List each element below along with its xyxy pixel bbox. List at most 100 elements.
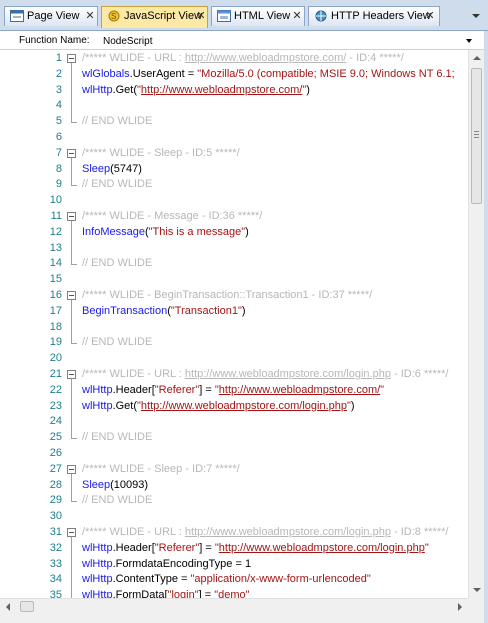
code-text: wlHttp.FormdataEncodingType = 1: [82, 557, 251, 573]
code-line[interactable]: 33 wlHttp.FormdataEncodingType = 1: [0, 556, 468, 573]
document-tab-strip: Page View ✕ S JavaScript View ✕ HTML Vie…: [0, 0, 488, 31]
code-line[interactable]: 21 /***** WLIDE - URL : http://www.webloa…: [0, 367, 468, 383]
chevron-down-icon[interactable]: [466, 39, 472, 43]
line-number: 6: [55, 131, 62, 143]
close-icon[interactable]: ✕: [196, 7, 206, 25]
code-text: /***** WLIDE - URL : http://www.webloadm…: [82, 525, 448, 541]
tab-list-dropdown-icon[interactable]: [472, 14, 480, 18]
collapse-icon[interactable]: [67, 528, 76, 537]
code-token[interactable]: http://www.webloadmpstore.com/login.php: [219, 542, 425, 554]
tab-http-headers-view[interactable]: HTTP Headers View ✕: [308, 6, 440, 26]
code-token: // END WLIDE: [82, 336, 153, 349]
tab-page-view[interactable]: Page View ✕: [4, 6, 98, 26]
code-text: // END WLIDE: [82, 177, 152, 193]
scroll-up-icon[interactable]: [473, 56, 481, 60]
line-number: 2: [55, 67, 62, 80]
line-number: 19: [49, 336, 62, 349]
line-number: 8: [55, 162, 62, 175]
code-line[interactable]: 23 wlHttp.Get("http://www.webloadmpstore.…: [0, 398, 468, 415]
code-line[interactable]: 14 // END WLIDE: [0, 256, 468, 272]
collapse-icon[interactable]: [67, 370, 76, 379]
function-name-row: Function Name: NodeScript: [0, 31, 488, 50]
collapse-icon[interactable]: [67, 212, 76, 221]
scroll-left-icon[interactable]: [6, 603, 10, 611]
code-line[interactable]: 17 BeginTransaction("Transaction1"): [0, 303, 468, 320]
line-number: 22: [49, 383, 62, 396]
collapse-icon[interactable]: [67, 54, 76, 63]
tab-javascript-view[interactable]: S JavaScript View ✕: [101, 6, 208, 28]
tab-label: Page View: [27, 10, 80, 22]
code-token: ): [245, 225, 249, 238]
code-text: /***** WLIDE - URL : http://www.webloadm…: [82, 367, 448, 383]
code-line[interactable]: 24: [0, 414, 468, 431]
code-line[interactable]: 10: [0, 193, 468, 209]
code-editor[interactable]: 1 /***** WLIDE - URL : http://www.webload…: [0, 50, 468, 598]
code-line[interactable]: 1 /***** WLIDE - URL : http://www.webload…: [0, 51, 468, 67]
code-line[interactable]: 26: [0, 446, 468, 462]
code-line[interactable]: 2 wlGlobals.UserAgent = "Mozilla/5.0 (com…: [0, 66, 468, 83]
code-line[interactable]: 12 InfoMessage("This is a message"): [0, 224, 468, 241]
code-token: .Get(: [112, 399, 138, 412]
close-icon[interactable]: ✕: [425, 7, 435, 25]
code-token: (10093): [110, 478, 149, 491]
vertical-scrollbar[interactable]: [468, 50, 484, 598]
code-line[interactable]: 29 // END WLIDE: [0, 493, 468, 509]
code-line[interactable]: 8 Sleep(5747): [0, 161, 468, 178]
code-line[interactable]: 28 Sleep(10093): [0, 477, 468, 494]
code-text: wlGlobals.UserAgent = "Mozilla/5.0 (comp…: [82, 67, 455, 83]
code-token: - ID:4 *****/: [346, 52, 404, 64]
fold-end-marker: [71, 114, 77, 124]
code-token: /***** WLIDE - Sleep - ID:7 *****/: [82, 462, 240, 475]
code-line[interactable]: 3 wlHttp.Get("http://www.webloadmpstore.c…: [0, 82, 468, 99]
code-token: // END WLIDE: [82, 257, 153, 270]
tab-label: HTTP Headers View: [331, 10, 431, 22]
code-line[interactable]: 15: [0, 272, 468, 288]
code-line[interactable]: 27 /***** WLIDE - Sleep - ID:7 *****/: [0, 462, 468, 478]
code-line[interactable]: 32 wlHttp.Header["Referer"] = "http://www…: [0, 540, 468, 557]
scroll-right-icon[interactable]: [458, 603, 462, 611]
code-line[interactable]: 7 /***** WLIDE - Sleep - ID:5 *****/: [0, 146, 468, 162]
code-token: "login": [167, 589, 199, 598]
collapse-icon[interactable]: [67, 291, 76, 300]
code-line[interactable]: 34 wlHttp.ContentType = "application/x-ww…: [0, 572, 468, 589]
code-token: http://www.webloadmpstore.com/: [184, 52, 347, 64]
code-token: InfoMessage: [82, 225, 145, 238]
line-number: 7: [55, 146, 62, 159]
function-name-label: Function Name:: [19, 35, 90, 46]
code-line[interactable]: 31 /***** WLIDE - URL : http://www.webloa…: [0, 525, 468, 541]
line-number: 12: [49, 225, 62, 238]
tab-html-view[interactable]: HTML View ✕: [211, 6, 305, 26]
collapse-icon[interactable]: [67, 148, 76, 158]
code-token[interactable]: http://www.webloadmpstore.com/: [219, 384, 380, 396]
code-text: /***** WLIDE - Sleep - ID:5 *****/: [82, 146, 240, 162]
code-line[interactable]: 19 // END WLIDE: [0, 335, 468, 351]
scroll-down-icon[interactable]: [473, 588, 481, 592]
code-line[interactable]: 35 wlHttp.FormData["login"] = "demo": [0, 588, 468, 598]
close-icon[interactable]: ✕: [85, 7, 95, 25]
code-token: Sleep: [82, 478, 111, 491]
close-icon[interactable]: ✕: [292, 7, 302, 25]
horizontal-scroll-thumb[interactable]: [20, 601, 34, 612]
code-line[interactable]: 6: [0, 130, 468, 146]
code-line[interactable]: 9 // END WLIDE: [0, 177, 468, 193]
code-token: /***** WLIDE - URL :: [82, 368, 185, 380]
function-name-select[interactable]: [98, 33, 476, 48]
code-token: .Get(: [112, 83, 138, 96]
code-line[interactable]: 4: [0, 98, 468, 115]
code-line[interactable]: 18: [0, 319, 468, 336]
code-line[interactable]: 30: [0, 509, 468, 525]
horizontal-scrollbar[interactable]: [0, 598, 484, 614]
code-line[interactable]: 25 // END WLIDE: [0, 430, 468, 446]
code-token[interactable]: http://www.webloadmpstore.com/login.php: [141, 400, 347, 412]
code-line[interactable]: 16 /***** WLIDE - BeginTransaction::Trans…: [0, 288, 468, 304]
code-token: wlHttp: [82, 589, 113, 598]
vertical-scroll-thumb[interactable]: [471, 68, 482, 204]
code-line[interactable]: 20: [0, 351, 468, 367]
code-line[interactable]: 11 /***** WLIDE - Message - ID:36 *****/: [0, 209, 468, 225]
code-line[interactable]: 22 wlHttp.Header["Referer"] = "http://www…: [0, 382, 468, 399]
code-line[interactable]: 5 // END WLIDE: [0, 114, 468, 130]
code-line[interactable]: 13: [0, 240, 468, 257]
collapse-icon[interactable]: [67, 464, 76, 474]
code-token[interactable]: http://www.webloadmpstore.com/: [141, 84, 302, 96]
code-token: (5747): [110, 162, 142, 175]
